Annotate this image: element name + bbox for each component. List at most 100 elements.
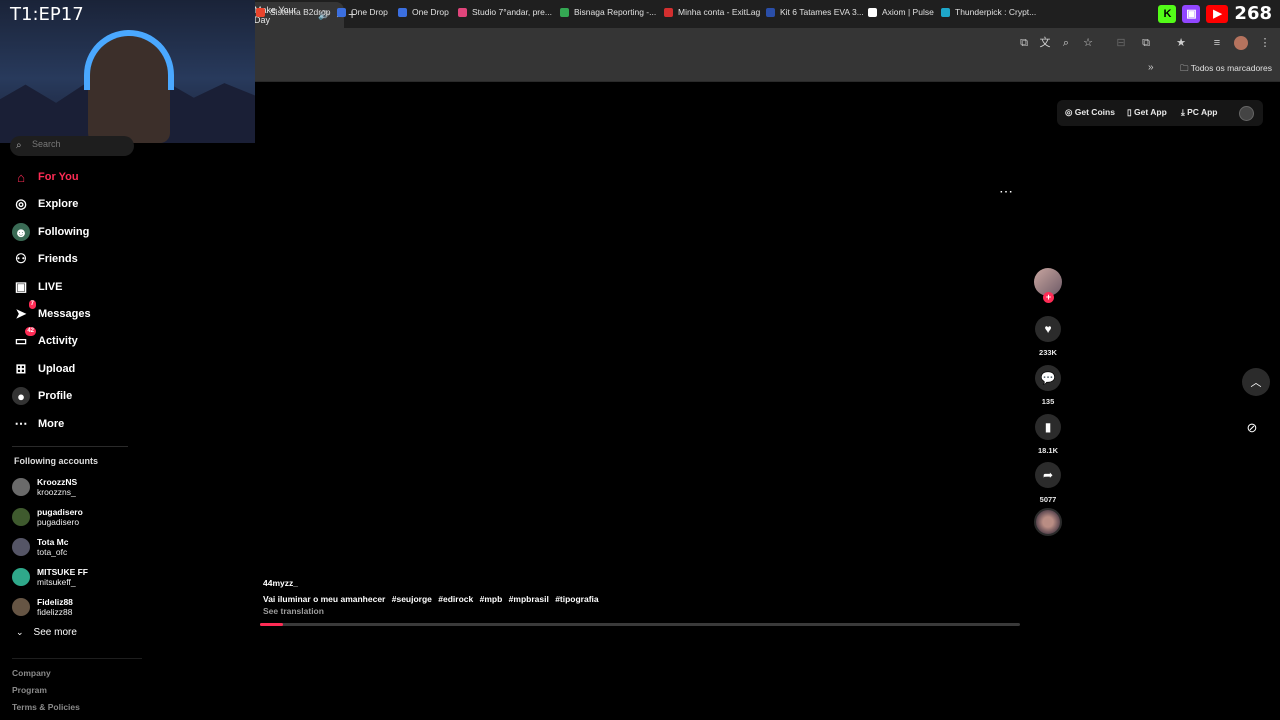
hashtag-link[interactable]: #seujorge: [392, 594, 432, 604]
bookmark-item[interactable]: Bisnaga Reporting -...: [560, 4, 656, 20]
hashtag-link[interactable]: #tipografia: [555, 594, 598, 604]
extension-disabled-icon[interactable]: ⊟: [1114, 36, 1128, 50]
search-icon: ⌕: [16, 140, 22, 151]
bookmark-item[interactable]: One Drop: [337, 4, 388, 20]
tab-search-icon[interactable]: ≡: [1210, 36, 1224, 50]
bookmarks-overflow-icon[interactable]: »: [1148, 62, 1154, 73]
comment-button[interactable]: 💬: [1035, 365, 1061, 391]
hashtag-link[interactable]: #edirock: [438, 594, 473, 604]
kick-icon: K: [1158, 4, 1177, 23]
video-author[interactable]: 44myzz_: [263, 578, 298, 588]
video-caption: Vai iluminar o meu amanhecer #seujorge #…: [263, 594, 599, 604]
browser-profile-avatar[interactable]: [1234, 36, 1248, 50]
compass-icon: ◎: [15, 196, 27, 211]
like-button[interactable]: ♥: [1035, 316, 1061, 342]
bookmark-favicon-icon: [941, 7, 950, 17]
bookmark-favicon-icon: [664, 7, 673, 17]
caption-text: Vai iluminar o meu amanhecer: [263, 594, 386, 604]
bookmark-item[interactable]: Sistema B2drop: [256, 4, 330, 20]
favorites-icon[interactable]: ★: [1174, 36, 1188, 50]
sidebar-item-live[interactable]: ▣ LIVE: [12, 276, 63, 298]
sidebar-item-activity[interactable]: ▭ 42 Activity: [12, 327, 78, 352]
previous-video-button[interactable]: ︿: [1242, 368, 1270, 396]
footer-link-terms[interactable]: Terms & Policies: [12, 702, 80, 712]
sidebar-item-explore[interactable]: ◎ Explore: [12, 193, 78, 215]
account-item[interactable]: Fideliz88 fidelizz88: [12, 594, 73, 620]
share-count: 5077: [1039, 495, 1057, 504]
comment-count: 135: [1041, 397, 1055, 406]
sidebar-item-for-you[interactable]: ⌂ For You: [12, 166, 78, 188]
follow-plus-icon[interactable]: +: [1043, 292, 1054, 303]
share-button[interactable]: ➦: [1035, 462, 1061, 488]
browser-menu-icon[interactable]: ⋮: [1258, 36, 1272, 50]
account-item[interactable]: pugadisero pugadisero: [12, 504, 83, 530]
search-input[interactable]: ⌕ Search: [10, 136, 134, 156]
headphones-shape: [84, 30, 174, 90]
bookmark-item[interactable]: Kit 6 Tatames EVA 3...: [766, 4, 864, 20]
bookmark-star-icon[interactable]: ☆: [1081, 36, 1095, 50]
sidebar-item-more[interactable]: ⋯ More: [12, 413, 65, 435]
get-app-button[interactable]: ▯ Get App: [1127, 107, 1167, 118]
home-icon: ⌂: [17, 169, 25, 185]
video-progress-bar[interactable]: [260, 623, 1020, 626]
save-count: 18.1K: [1037, 446, 1058, 455]
messages-icon: ➤ 7: [15, 300, 36, 321]
bookmark-favicon-icon: [337, 7, 346, 17]
more-icon: ⋯: [14, 416, 28, 431]
sidebar-item-messages[interactable]: ➤ 7 Messages: [12, 300, 91, 325]
bookmark-favicon-icon: [868, 7, 877, 17]
bookmark-item[interactable]: Studio 7°andar, pre...: [458, 4, 552, 20]
video-settings-icon[interactable]: ⊘: [1243, 419, 1261, 437]
activity-badge: 42: [25, 327, 36, 336]
youtube-icon: ▶: [1206, 4, 1229, 23]
following-icon: ☻: [12, 223, 30, 241]
sidebar-item-profile[interactable]: ● Profile: [12, 385, 72, 407]
footer-link-program[interactable]: Program: [12, 685, 47, 695]
bookmark-icon: ▮: [1044, 420, 1052, 434]
get-coins-button[interactable]: ◎ Get Coins: [1065, 107, 1115, 118]
bookmark-item[interactable]: Thunderpick : Crypt...: [941, 4, 1036, 20]
hashtag-link[interactable]: #mpbrasil: [509, 594, 549, 604]
following-accounts-title: Following accounts: [14, 456, 99, 466]
footer-link-company[interactable]: Company: [12, 668, 51, 678]
avatar: [12, 598, 30, 616]
bookmark-item[interactable]: One Drop: [398, 4, 449, 20]
bookmark-favicon-icon: [256, 7, 265, 17]
account-item[interactable]: KroozzNS kroozzns_: [12, 474, 77, 500]
sidebar-divider: [12, 446, 128, 447]
avatar[interactable]: [1239, 106, 1254, 121]
folder-icon: 🗀: [1180, 63, 1191, 73]
pc-app-button[interactable]: ⤓ PC App: [1181, 107, 1218, 118]
bookmark-item[interactable]: Axiom | Pulse: [868, 4, 934, 20]
bookmark-favicon-icon: [560, 7, 569, 17]
coin-icon: ◎: [1065, 107, 1075, 117]
zoom-icon[interactable]: ⌕: [1059, 36, 1073, 50]
heart-icon: ♥: [1044, 322, 1052, 336]
save-button[interactable]: ▮: [1035, 414, 1061, 440]
sidebar-item-following[interactable]: ☻ Following: [12, 221, 89, 243]
bookmark-favicon-icon: [766, 7, 775, 17]
all-bookmarks-folder[interactable]: 🗀 Todos os marcadores: [1180, 63, 1272, 77]
extensions-icon[interactable]: ⧉: [1139, 36, 1153, 50]
live-icon: ▣: [14, 279, 28, 294]
translate-icon[interactable]: 文: [1038, 36, 1052, 50]
see-more-button[interactable]: ⌄ See more: [16, 627, 77, 638]
more-options-icon[interactable]: ⋯: [999, 183, 1014, 200]
like-count: 233K: [1039, 348, 1057, 357]
screen: Make Your Day 🔊 ✕ + ⧉ 文 ⌕ ☆ ⊟ ⧉ ★ ≡ ⋮ Si…: [0, 0, 1280, 720]
chevron-up-icon: ︿: [1250, 377, 1262, 389]
music-disc-icon[interactable]: [1034, 508, 1062, 536]
hashtag-link[interactable]: #mpb: [480, 594, 503, 604]
bookmark-item[interactable]: Minha conta - ExitLag: [664, 4, 760, 20]
account-item[interactable]: Tota Mc tota_ofc: [12, 534, 68, 560]
upload-icon: ⊞: [15, 361, 27, 376]
see-translation-link[interactable]: See translation: [263, 606, 324, 616]
account-item[interactable]: MITSUKE FF mitsukeff_: [12, 564, 88, 590]
avatar: [12, 538, 30, 556]
sidebar-divider: [12, 658, 142, 659]
avatar: [12, 568, 30, 586]
sidebar-item-friends[interactable]: ⚇ Friends: [12, 248, 78, 270]
bookmark-favicon-icon: [398, 7, 407, 17]
sidebar-item-upload[interactable]: ⊞ Upload: [12, 358, 76, 380]
cast-icon[interactable]: ⧉: [1017, 36, 1031, 50]
